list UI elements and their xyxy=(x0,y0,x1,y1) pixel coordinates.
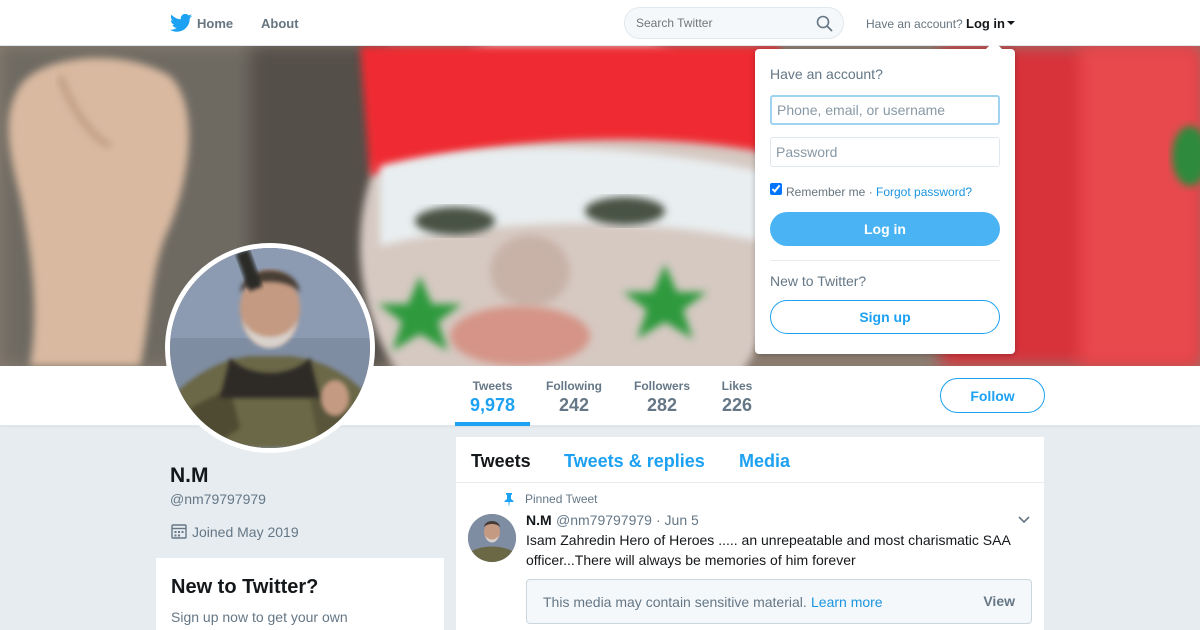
tab-media[interactable]: Media xyxy=(739,451,790,472)
stat-label: Followers xyxy=(633,379,690,393)
dropdown-arrow xyxy=(986,41,1002,49)
chevron-down-icon[interactable] xyxy=(1018,516,1030,524)
stat-value: 282 xyxy=(646,395,678,415)
twitter-bird-icon[interactable] xyxy=(170,13,192,33)
stat-following[interactable]: Following 242 xyxy=(540,366,608,426)
login-dropdown-title: Have an account? xyxy=(770,66,883,82)
stat-likes[interactable]: Likes 226 xyxy=(714,366,760,426)
stat-followers[interactable]: Followers 282 xyxy=(628,366,696,426)
view-media-button[interactable]: View xyxy=(983,593,1015,609)
stat-tweets[interactable]: Tweets 9,978 xyxy=(455,366,530,426)
stat-label: Tweets xyxy=(472,379,513,393)
forgot-password-link[interactable]: Forgot password? xyxy=(876,185,972,199)
search-icon[interactable] xyxy=(816,15,833,32)
top-navigation-bar: Home About Have an account? Log in xyxy=(0,0,1200,46)
login-dropdown: Have an account? Remember me · Forgot pa… xyxy=(755,41,1015,354)
caret-down-icon[interactable] xyxy=(1007,21,1015,25)
login-button[interactable]: Log in xyxy=(770,212,1000,246)
remember-me-checkbox[interactable] xyxy=(770,183,782,195)
nav-home-link[interactable]: Home xyxy=(197,16,233,31)
signup-button[interactable]: Sign up xyxy=(770,300,1000,334)
sensitive-media-text: This media may contain sensitive materia… xyxy=(543,594,807,610)
pinned-tweet-label: Pinned Tweet xyxy=(525,492,598,506)
tweet-author-avatar[interactable] xyxy=(468,514,516,562)
profile-name: N.M xyxy=(170,464,209,487)
dropdown-divider xyxy=(770,260,1000,261)
nav-about-link[interactable]: About xyxy=(261,16,299,31)
timeline-tabs: Tweets Tweets & replies Media xyxy=(456,437,1044,483)
tab-tweets[interactable]: Tweets xyxy=(471,451,531,472)
login-dropdown-toggle[interactable]: Log in xyxy=(966,16,1005,31)
new-to-twitter-card: New to Twitter? Sign up now to get your … xyxy=(156,558,444,630)
tweet-date[interactable]: · Jun 5 xyxy=(656,512,699,528)
follow-button[interactable]: Follow xyxy=(940,378,1045,413)
remember-me-label: Remember me · xyxy=(786,185,873,199)
tab-tweets-replies[interactable]: Tweets & replies xyxy=(564,451,705,472)
pin-icon xyxy=(504,493,514,506)
sensitive-media-notice: This media may contain sensitive materia… xyxy=(526,579,1032,624)
stat-value: 9,978 xyxy=(469,395,516,415)
stat-value: 226 xyxy=(721,395,753,415)
tweet-text: Isam Zahredin Hero of Heroes ..... an un… xyxy=(526,532,1011,568)
joined-date: Joined May 2019 xyxy=(192,524,299,540)
username-field[interactable] xyxy=(770,95,1000,125)
stat-value: 242 xyxy=(558,395,590,415)
avatar-photo xyxy=(170,248,370,448)
profile-avatar[interactable] xyxy=(165,243,375,453)
profile-handle[interactable]: @nm79797979 xyxy=(170,491,266,507)
new-to-twitter-label: New to Twitter? xyxy=(770,273,867,289)
tweet-avatar-photo xyxy=(468,514,516,562)
learn-more-link[interactable]: Learn more xyxy=(811,594,883,610)
tweet-author-handle[interactable]: @nm79797979 xyxy=(556,512,652,528)
password-field[interactable] xyxy=(770,137,1000,167)
tweet-author-name[interactable]: N.M xyxy=(526,512,552,528)
search-input[interactable] xyxy=(636,16,806,30)
new-card-text: Sign up now to get your own personalized… xyxy=(171,609,348,630)
search-box[interactable] xyxy=(624,7,844,39)
timeline: Tweets Tweets & replies Media Pinned Twe… xyxy=(456,437,1044,630)
have-account-label: Have an account? xyxy=(866,17,963,31)
stat-label: Following xyxy=(546,379,602,393)
new-card-title: New to Twitter? xyxy=(171,576,319,598)
calendar-icon xyxy=(171,524,187,539)
stat-label: Likes xyxy=(721,379,753,393)
